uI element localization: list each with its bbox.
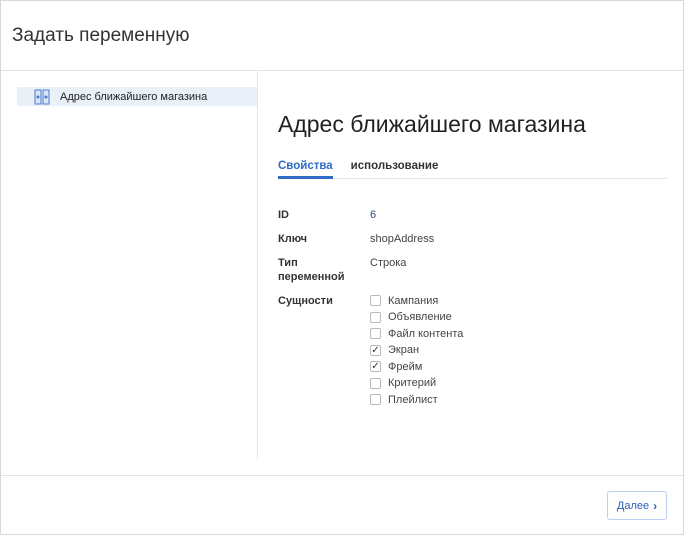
id-value: 6 bbox=[370, 209, 377, 221]
variable-details: Адрес ближайшего магазина Свойства испол… bbox=[258, 71, 683, 459]
entity-checkbox-row[interactable]: Плейлист bbox=[370, 390, 463, 410]
next-button-label: Далее bbox=[616, 499, 650, 512]
key-label: Ключ bbox=[278, 233, 308, 245]
variable-list-item-label: Адрес ближайшего магазина bbox=[60, 90, 208, 103]
checkbox[interactable] bbox=[370, 377, 381, 389]
variable-title: Адрес ближайшего магазина bbox=[278, 111, 586, 137]
checkbox-label: Критерий bbox=[388, 377, 437, 390]
entities-label: Сущности bbox=[278, 295, 333, 307]
checkbox-label: Фрейм bbox=[388, 360, 423, 373]
type-value: Строка bbox=[370, 257, 407, 269]
checkbox-label: Плейлист bbox=[388, 393, 438, 406]
checkbox[interactable] bbox=[370, 328, 381, 340]
variable-icon bbox=[34, 89, 50, 104]
chevron-right-icon: › bbox=[653, 498, 658, 513]
checkbox-label: Экран bbox=[388, 344, 420, 357]
checkbox-label: Файл контента bbox=[388, 327, 464, 340]
dialog-footer bbox=[1, 475, 683, 476]
checkbox[interactable]: ✓ bbox=[370, 361, 381, 373]
variable-list-item[interactable]: Адрес ближайшего магазина bbox=[17, 87, 257, 106]
dialog-header: Задать переменную bbox=[1, 1, 683, 71]
type-label: Тип переменной bbox=[278, 257, 345, 283]
next-button[interactable]: Далее › bbox=[607, 491, 667, 520]
id-label: ID bbox=[278, 209, 289, 221]
tab-properties[interactable]: Свойства bbox=[278, 160, 333, 179]
tab-usage[interactable]: использование bbox=[351, 160, 439, 179]
checkbox[interactable] bbox=[370, 311, 381, 323]
checkbox[interactable] bbox=[370, 394, 381, 406]
properties: ID 6 Ключ shopAddress Тип переменной Строка… bbox=[278, 208, 463, 420]
checkbox-label: Объявление bbox=[388, 311, 452, 324]
key-value: shopAddress bbox=[370, 233, 435, 245]
tabs: Свойства использование bbox=[278, 160, 667, 179]
dialog-title: Задать переменную bbox=[12, 24, 190, 46]
checkbox-label: Кампания bbox=[388, 294, 439, 307]
checkbox[interactable] bbox=[370, 295, 381, 307]
checkbox[interactable]: ✓ bbox=[370, 344, 381, 356]
entities-list: Кампания Объявление Файл контента ✓ Экран ✓ Фр… bbox=[370, 294, 463, 410]
variable-list: Адрес ближайшего магазина bbox=[1, 71, 258, 459]
